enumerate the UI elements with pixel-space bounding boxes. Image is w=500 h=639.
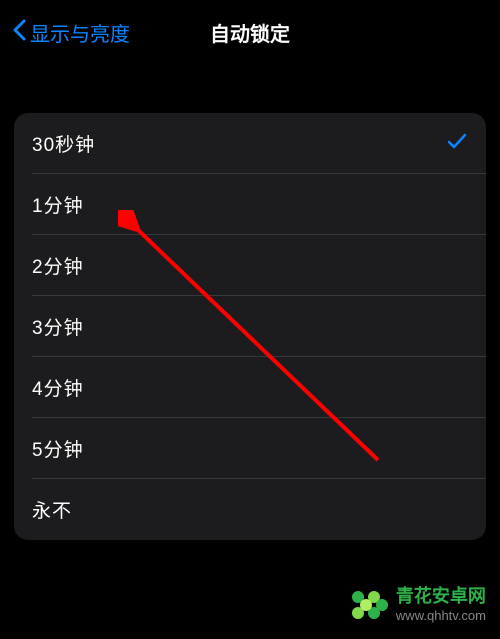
auto-lock-options: 30秒钟 1分钟 2分钟 3分钟 4分钟 5分钟 永不 bbox=[14, 113, 486, 540]
option-3-minutes[interactable]: 3分钟 bbox=[14, 296, 486, 357]
chevron-left-icon bbox=[12, 19, 26, 47]
page-title: 自动锁定 bbox=[210, 18, 290, 47]
option-label: 4分钟 bbox=[32, 374, 84, 401]
option-5-minutes[interactable]: 5分钟 bbox=[14, 418, 486, 479]
option-30-seconds[interactable]: 30秒钟 bbox=[14, 113, 486, 174]
option-1-minute[interactable]: 1分钟 bbox=[14, 174, 486, 235]
watermark: 青花安卓网 www.qhhtv.com bbox=[346, 583, 486, 627]
checkmark-icon bbox=[446, 130, 468, 157]
option-label: 5分钟 bbox=[32, 435, 84, 462]
watermark-url: www.qhhtv.com bbox=[396, 608, 486, 624]
option-label: 3分钟 bbox=[32, 313, 84, 340]
option-label: 1分钟 bbox=[32, 191, 84, 218]
header-bar: 显示与亮度 自动锁定 bbox=[0, 0, 500, 65]
back-label: 显示与亮度 bbox=[30, 18, 130, 47]
option-2-minutes[interactable]: 2分钟 bbox=[14, 235, 486, 296]
option-label: 30秒钟 bbox=[32, 130, 95, 157]
watermark-title: 青花安卓网 bbox=[396, 586, 486, 608]
option-label: 2分钟 bbox=[32, 252, 84, 279]
option-never[interactable]: 永不 bbox=[14, 479, 486, 540]
option-label: 永不 bbox=[32, 496, 72, 523]
watermark-text: 青花安卓网 www.qhhtv.com bbox=[396, 586, 486, 623]
watermark-logo-icon bbox=[346, 583, 390, 627]
back-button[interactable]: 显示与亮度 bbox=[12, 18, 130, 47]
option-4-minutes[interactable]: 4分钟 bbox=[14, 357, 486, 418]
